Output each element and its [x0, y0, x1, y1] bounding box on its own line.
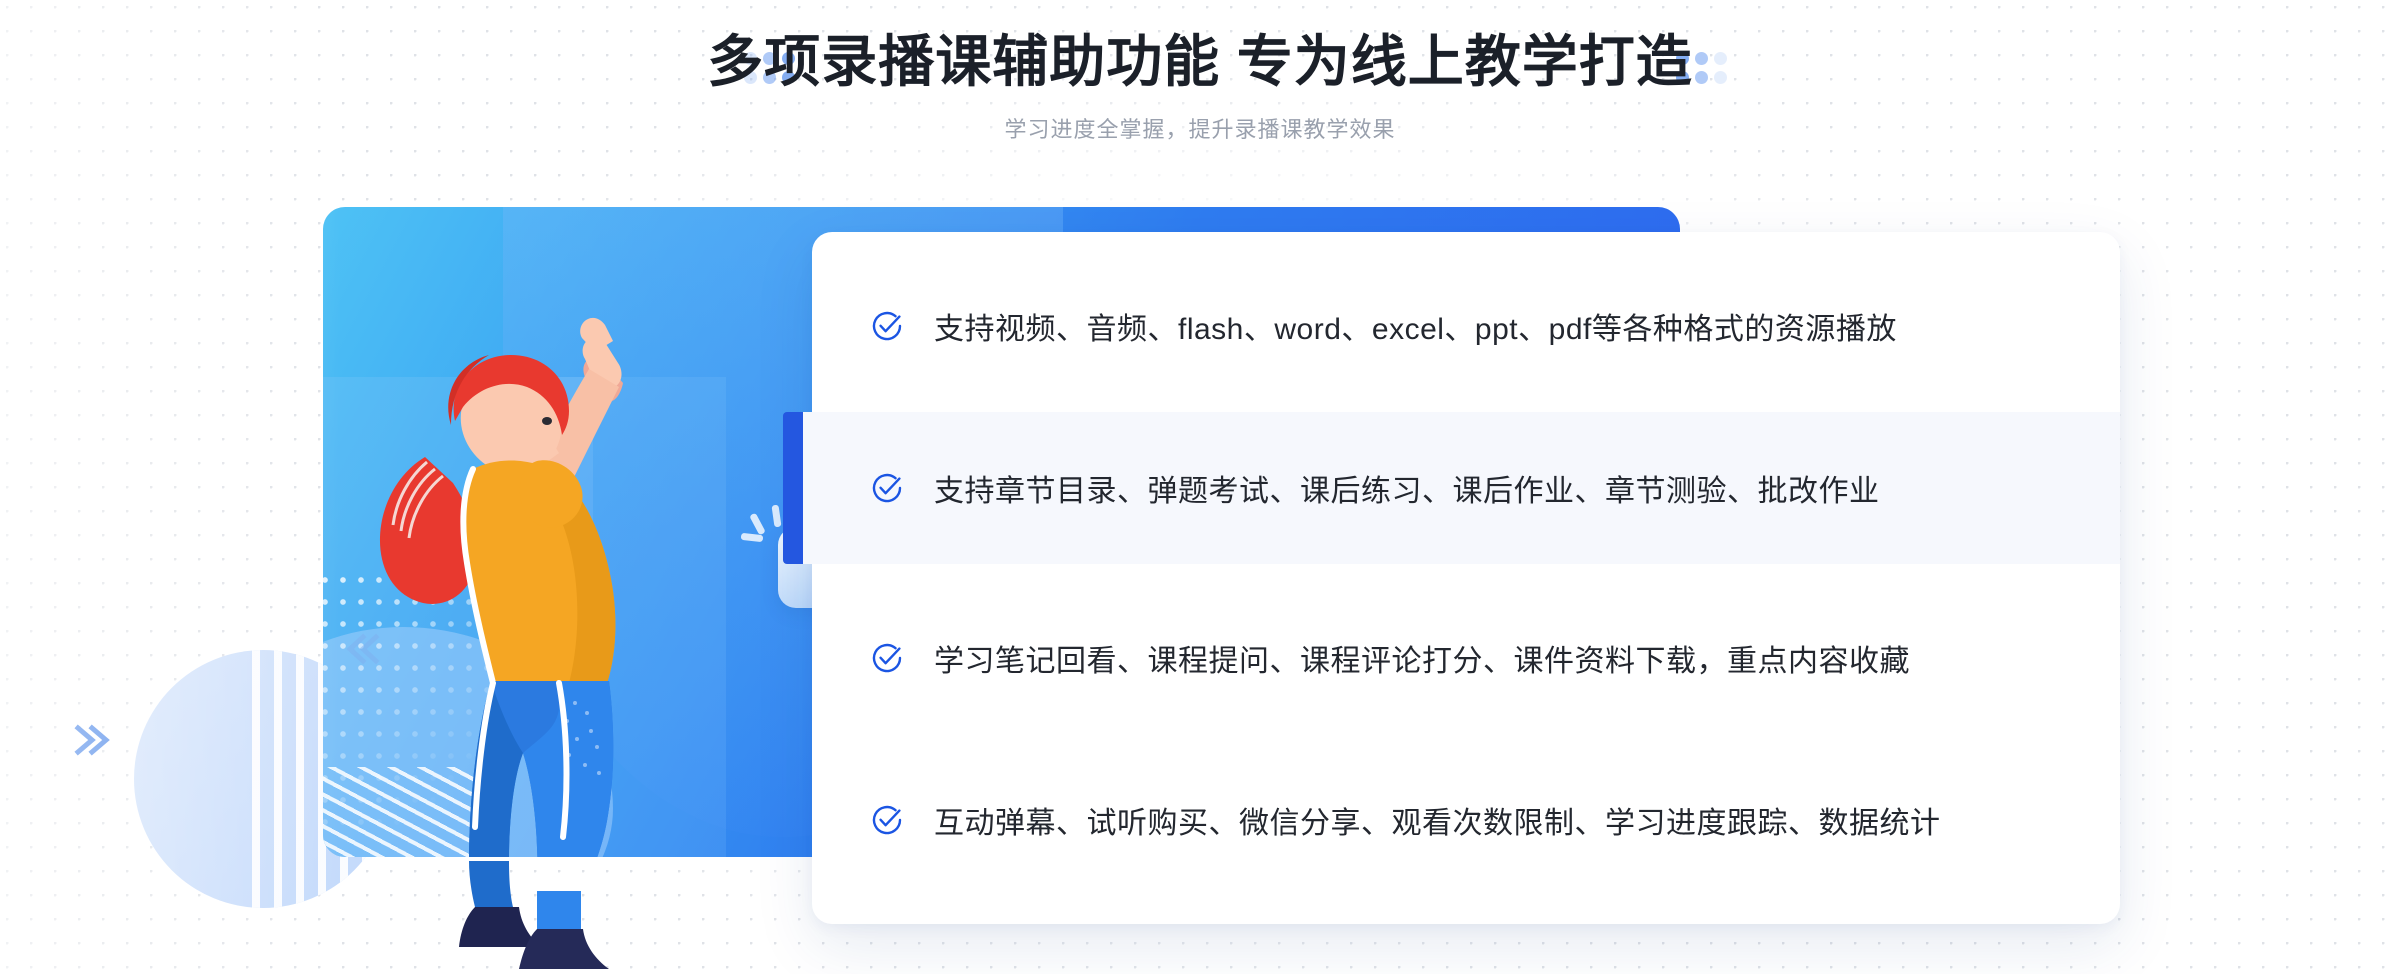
features-card: 支持视频、音频、flash、word、excel、ppt、pdf等各种格式的资源… [783, 232, 2120, 924]
feature-row[interactable]: 学习笔记回看、课程提问、课程评论打分、课件资料下载，重点内容收藏 [812, 582, 2120, 734]
feature-text: 学习笔记回看、课程提问、课程评论打分、课件资料下载，重点内容收藏 [934, 645, 1910, 678]
check-circle-icon [872, 311, 902, 341]
feature-row[interactable]: 支持视频、音频、flash、word、excel、ppt、pdf等各种格式的资源… [812, 250, 2120, 402]
check-circle-icon [872, 473, 902, 503]
feature-row[interactable]: 互动弹幕、试听购买、微信分享、观看次数限制、学习进度跟踪、数据统计 [812, 744, 2120, 896]
feature-text: 互动弹幕、试听购买、微信分享、观看次数限制、学习进度跟踪、数据统计 [934, 807, 1941, 840]
header: 多项录播课辅助功能 专为线上教学打造 学习进度全掌握，提升录播课教学效果 [0, 0, 2400, 160]
check-circle-icon [872, 805, 902, 835]
feature-text: 支持章节目录、弹题考试、课后练习、课后作业、章节测验、批改作业 [934, 475, 1880, 508]
check-circle-icon [872, 643, 902, 673]
feature-text: 支持视频、音频、flash、word、excel、ppt、pdf等各种格式的资源… [934, 313, 1897, 346]
promo-banner: 多项录播课辅助功能 专为线上教学打造 学习进度全掌握，提升录播课教学效果 支持视… [0, 0, 2400, 974]
feature-row[interactable]: 支持章节目录、弹题考试、课后练习、课后作业、章节测验、批改作业 [783, 412, 2120, 564]
double-chevron-right-icon [68, 718, 116, 762]
page-title: 多项录播课辅助功能 专为线上教学打造 [707, 30, 1693, 93]
page-subtitle: 学习进度全掌握，提升录播课教学效果 [1004, 117, 1396, 142]
